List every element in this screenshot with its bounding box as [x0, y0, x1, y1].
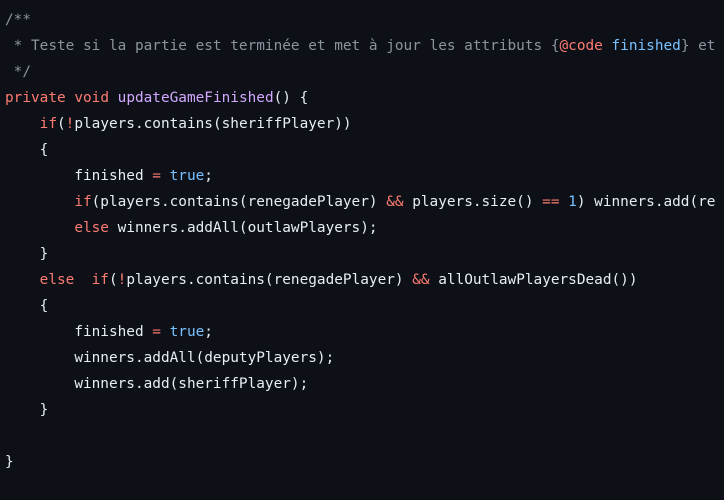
code-comment: /** [5, 12, 31, 28]
code-keyword: else [74, 220, 109, 236]
code-line: else if(!players.contains(renegadePlayer… [5, 267, 715, 293]
code-identifier: ) winners.add(re [576, 194, 716, 210]
code-identifier: finished [74, 324, 144, 340]
code-keyword: if [74, 194, 92, 210]
code-line: private void updateGameFinished() { [5, 85, 715, 111]
code-punctuation: ( [108, 272, 118, 288]
code-punctuation: } [39, 246, 49, 262]
code-punctuation: ; [204, 168, 213, 184]
code-keyword: private [5, 90, 66, 106]
code-number: 1 [568, 194, 577, 210]
code-operator: = [152, 168, 161, 184]
code-operator: ! [117, 272, 127, 288]
code-comment: */ [5, 64, 31, 80]
code-keyword: if [39, 116, 57, 132]
code-punctuation: ; [204, 324, 213, 340]
code-identifier: players.contains(renegadePlayer) [126, 272, 413, 288]
code-identifier: players.size() [403, 194, 543, 210]
code-line: if(!players.contains(sheriffPlayer)) [5, 111, 715, 137]
code-operator: && [412, 272, 430, 288]
code-keyword: if [91, 272, 109, 288]
code-line: * Teste si la partie est terminée et met… [5, 33, 716, 59]
code-identifier: winners.add(sheriffPlayer); [74, 376, 309, 392]
code-viewer: /** * Teste si la partie est terminée et… [0, 0, 724, 500]
code-line: } [5, 241, 715, 267]
code-constant: true [169, 168, 205, 184]
code-comment: * Teste si la partie est terminée et met… [5, 38, 560, 54]
code-annotation: @code [559, 38, 603, 54]
code-function-name: updateGameFinished [117, 90, 274, 106]
code-line: winners.add(sheriffPlayer); [5, 371, 715, 397]
code-line: /** [5, 7, 715, 33]
code-doc-identifier: finished [611, 38, 681, 54]
code-line: { [5, 137, 715, 163]
code-identifier: winners.addAll(deputyPlayers); [74, 350, 335, 366]
code-line: winners.addAll(deputyPlayers); [5, 345, 715, 371]
code-punctuation: { [39, 142, 49, 158]
code-punctuation: (players.contains(renegadePlayer) [91, 194, 387, 210]
code-line: else winners.addAll(outlawPlayers); [5, 215, 715, 241]
code-identifier: players.contains(sheriffPlayer)) [74, 116, 352, 132]
code-line: } [5, 449, 715, 475]
code-punctuation: () { [273, 90, 309, 106]
code-constant: true [169, 324, 205, 340]
code-operator: == [542, 194, 560, 210]
code-keyword: void [74, 90, 109, 106]
code-punctuation: ( [56, 116, 66, 132]
code-comment: } et [680, 38, 716, 54]
code-line: */ [5, 59, 715, 85]
code-identifier: allOutlawPlayersDead()) [429, 272, 638, 288]
code-operator: && [386, 194, 404, 210]
code-line: { [5, 293, 715, 319]
code-punctuation: } [39, 402, 49, 418]
code-operator: = [152, 324, 161, 340]
code-identifier: winners.addAll(outlawPlayers); [108, 220, 378, 236]
code-line: if(players.contains(renegadePlayer) && p… [5, 189, 715, 215]
code-line: } [5, 397, 715, 423]
code-punctuation: { [39, 298, 49, 314]
code-keyword: else [39, 272, 75, 288]
code-identifier: finished [74, 168, 144, 184]
code-block: /** * Teste si la partie est terminée et… [5, 7, 715, 475]
code-comment [603, 38, 612, 54]
code-line: finished = true; [5, 163, 715, 189]
code-line: finished = true; [5, 319, 715, 345]
code-punctuation: } [5, 454, 14, 470]
